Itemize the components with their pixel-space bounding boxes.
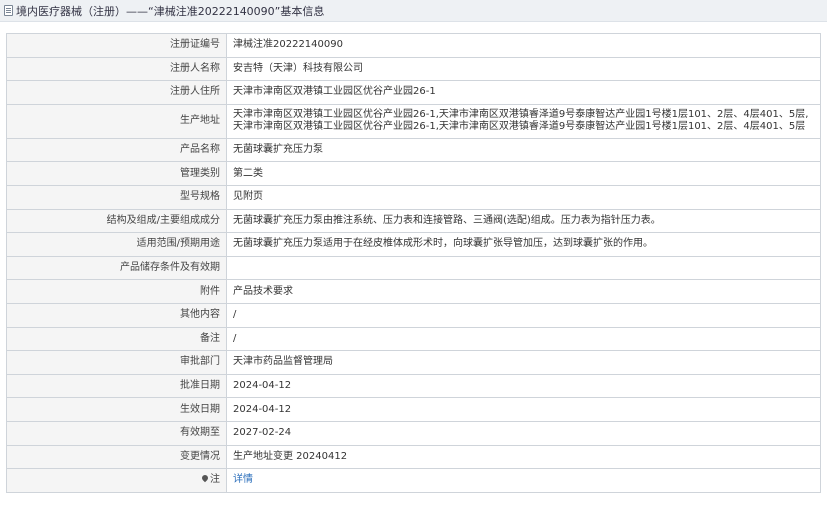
table-row: 其他内容 / <box>6 302 821 328</box>
field-label: 生效日期 <box>6 397 227 422</box>
note-value-cell: 详情 <box>226 468 821 493</box>
field-value: 无菌球囊扩充压力泵 <box>226 137 821 163</box>
table-row: 产品储存条件及有效期 <box>6 255 821 281</box>
field-label: 有效期至 <box>6 420 227 446</box>
field-label: 生产地址 <box>6 103 227 139</box>
field-value: 生产地址变更 20240412 <box>226 444 821 470</box>
table-row: 备注 / <box>6 326 821 352</box>
field-label: 管理类别 <box>6 161 227 186</box>
field-value: 无菌球囊扩充压力泵由推注系统、压力表和连接管路、三通阀(选配)组成。压力表为指针… <box>226 208 821 234</box>
page-title: 境内医疗器械（注册）——“津械注准20222140090”基本信息 <box>16 4 325 18</box>
field-value: 2024-04-12 <box>226 397 821 422</box>
field-value: 天津市津南区双港镇工业园区优谷产业园26-1,天津市津南区双港镇睿泽道9号泰康智… <box>226 103 821 139</box>
field-label: 附件 <box>6 279 227 304</box>
field-label: 其他内容 <box>6 302 227 328</box>
document-icon <box>4 5 13 16</box>
location-pin-icon <box>200 474 210 483</box>
table-row: 生效日期 2024-04-12 <box>6 397 821 422</box>
table-row: 管理类别 第二类 <box>6 161 821 186</box>
field-label: 备注 <box>6 326 227 352</box>
table-row: 结构及组成/主要组成成分 无菌球囊扩充压力泵由推注系统、压力表和连接管路、三通阀(… <box>6 208 821 234</box>
field-value: 无菌球囊扩充压力泵适用于在经皮椎体成形术时，向球囊扩张导管加压，达到球囊扩张的作… <box>226 232 821 257</box>
details-link[interactable]: 详情 <box>233 474 253 485</box>
note-label-cell: 注 <box>6 468 227 493</box>
note-row: 注 详情 <box>6 468 821 493</box>
field-value: 产品技术要求 <box>226 279 821 304</box>
field-label: 结构及组成/主要组成成分 <box>6 208 227 234</box>
field-value: 见附页 <box>226 184 821 210</box>
field-value: 2024-04-12 <box>226 373 821 399</box>
field-value: / <box>226 302 821 328</box>
table-row: 变更情况 生产地址变更 20240412 <box>6 444 821 470</box>
field-label: 变更情况 <box>6 444 227 470</box>
field-label: 产品储存条件及有效期 <box>6 255 227 281</box>
field-label: 注册人住所 <box>6 80 227 105</box>
field-label: 批准日期 <box>6 373 227 399</box>
field-value: 天津市津南区双港镇工业园区优谷产业园26-1 <box>226 80 821 105</box>
field-value: 天津市药品监督管理局 <box>226 350 821 375</box>
table-row: 生产地址 天津市津南区双港镇工业园区优谷产业园26-1,天津市津南区双港镇睿泽道9… <box>6 103 821 139</box>
note-label: 注 <box>210 474 220 486</box>
field-value: 第二类 <box>226 161 821 186</box>
field-label: 注册人名称 <box>6 56 227 82</box>
field-label: 产品名称 <box>6 137 227 163</box>
field-label: 注册证编号 <box>6 33 227 58</box>
field-value <box>226 255 821 281</box>
table-row: 适用范围/预期用途 无菌球囊扩充压力泵适用于在经皮椎体成形术时，向球囊扩张导管加压… <box>6 232 821 257</box>
table-row: 型号规格 见附页 <box>6 184 821 210</box>
field-value: 津械注准20222140090 <box>226 33 821 58</box>
table-row: 附件 产品技术要求 <box>6 279 821 304</box>
table-row: 注册证编号 津械注准20222140090 <box>6 33 821 58</box>
field-value: 安吉特（天津）科技有限公司 <box>226 56 821 82</box>
table-row: 批准日期 2024-04-12 <box>6 373 821 399</box>
table-row: 注册人住所 天津市津南区双港镇工业园区优谷产业园26-1 <box>6 80 821 105</box>
field-label: 型号规格 <box>6 184 227 210</box>
field-label: 审批部门 <box>6 350 227 375</box>
info-table: 注册证编号 津械注准20222140090 注册人名称 安吉特（天津）科技有限公司 注册… <box>6 33 821 493</box>
page-header: 境内医疗器械（注册）——“津械注准20222140090”基本信息 <box>0 0 827 22</box>
field-value: 2027-02-24 <box>226 420 821 446</box>
table-row: 有效期至 2027-02-24 <box>6 420 821 446</box>
field-label: 适用范围/预期用途 <box>6 232 227 257</box>
field-value: / <box>226 326 821 352</box>
table-row: 产品名称 无菌球囊扩充压力泵 <box>6 137 821 163</box>
table-row: 注册人名称 安吉特（天津）科技有限公司 <box>6 56 821 82</box>
table-row: 审批部门 天津市药品监督管理局 <box>6 350 821 375</box>
